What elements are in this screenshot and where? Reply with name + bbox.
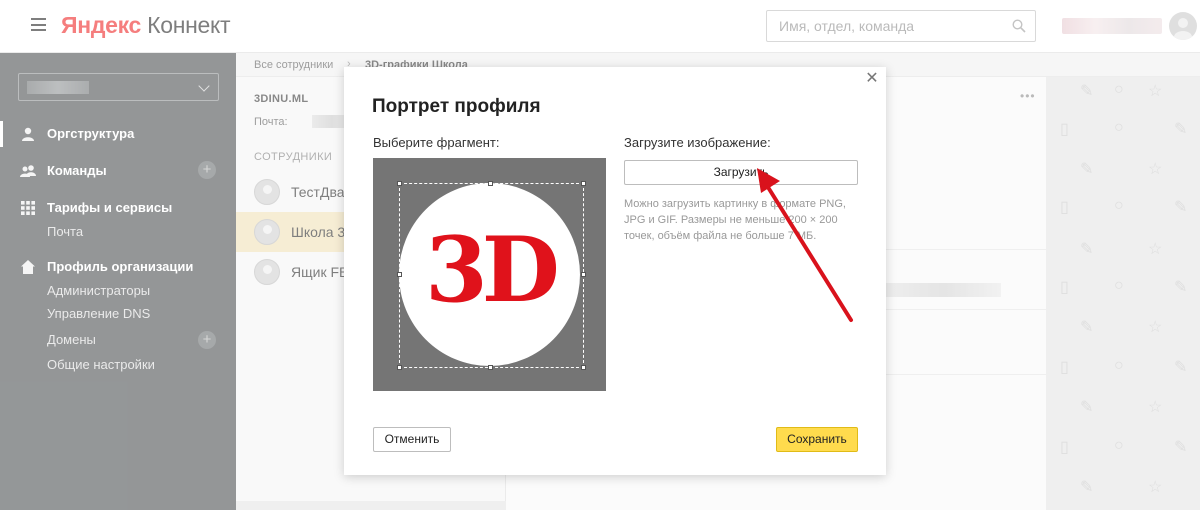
profile-portrait-dialog: ✕ Портрет профиля Выберите фрагмент: Заг… [344, 67, 886, 475]
dialog-title: Портрет профиля [372, 96, 541, 117]
save-button[interactable]: Сохранить [776, 427, 858, 452]
crop-label: Выберите фрагмент: [373, 135, 500, 150]
crop-handle[interactable] [397, 181, 402, 186]
crop-handle[interactable] [581, 365, 586, 370]
close-icon[interactable]: ✕ [864, 71, 880, 87]
crop-handle[interactable] [397, 272, 402, 277]
crop-area[interactable]: 3D [373, 158, 606, 391]
crop-handle[interactable] [488, 365, 493, 370]
crop-selection-frame[interactable] [397, 181, 586, 370]
crop-handle[interactable] [581, 181, 586, 186]
upload-label: Загрузите изображение: [624, 135, 771, 150]
upload-hint: Можно загрузить картинку в формате PNG, … [624, 198, 846, 242]
cancel-button[interactable]: Отменить [373, 427, 451, 452]
crop-handle[interactable] [488, 181, 493, 186]
crop-handle[interactable] [581, 272, 586, 277]
upload-button[interactable]: Загрузить [624, 160, 858, 185]
crop-handle[interactable] [397, 365, 402, 370]
